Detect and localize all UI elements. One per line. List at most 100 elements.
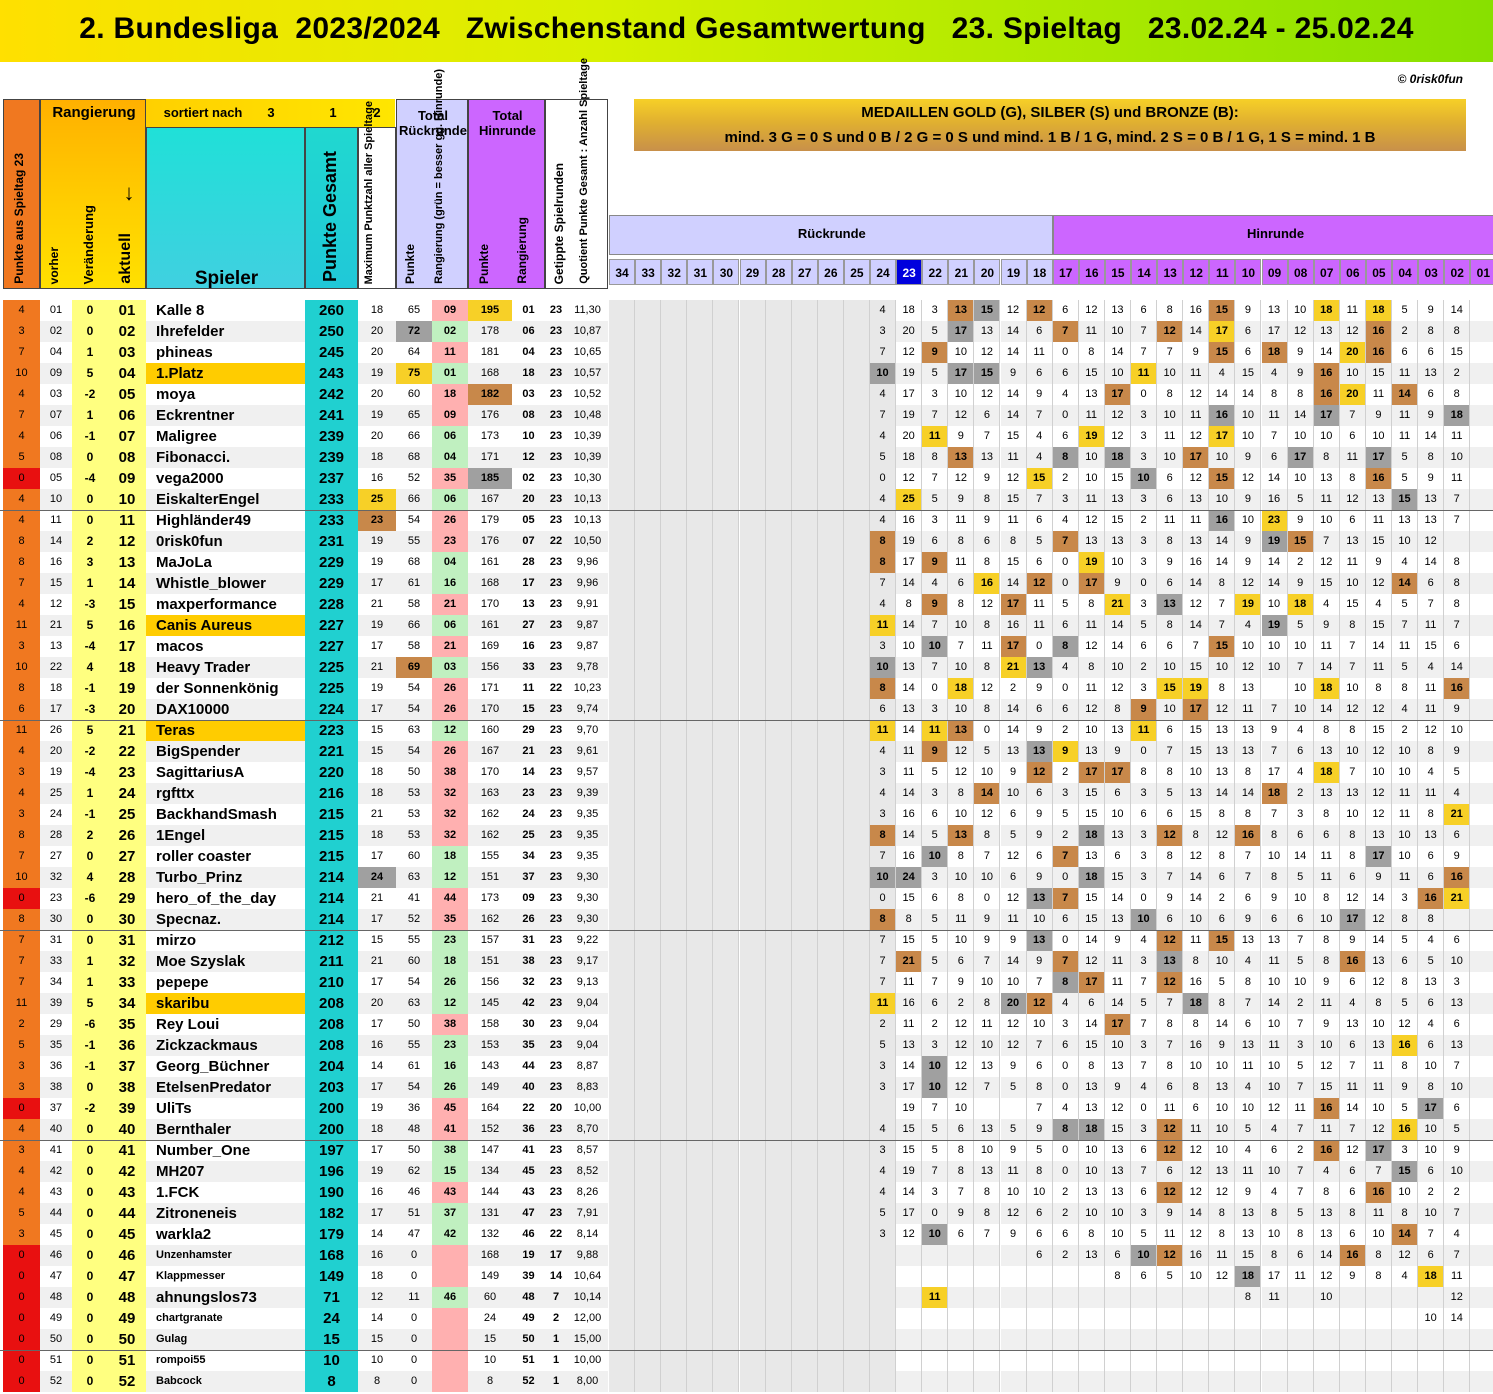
round-header: 16 (1078, 259, 1105, 285)
round-score (843, 930, 870, 951)
round-score: 10 (1261, 636, 1288, 657)
round-score: 10 (1339, 363, 1366, 384)
round-score: 13 (1078, 1077, 1105, 1098)
matchday-points: 11 (3, 993, 40, 1014)
hr-points: 132 (468, 1224, 512, 1245)
hr-rank: 07 (512, 531, 545, 552)
rank-previous: 50 (40, 1329, 72, 1350)
max-points: 19 (358, 531, 396, 552)
rr-points: 64 (396, 342, 432, 363)
round-score (870, 1287, 897, 1308)
round-score (739, 510, 766, 531)
round-score: 8 (1313, 930, 1340, 951)
round-score: 16 (1183, 300, 1210, 321)
played-rounds: 1 (545, 1329, 567, 1350)
round-score (843, 531, 870, 552)
round-score (739, 1350, 766, 1371)
hr-rank: 16 (512, 636, 545, 657)
round-score: 10 (1157, 447, 1184, 468)
round-score (609, 1161, 636, 1182)
round-header: 06 (1339, 259, 1366, 285)
round-score: 17 (1209, 321, 1236, 342)
round-score: 12 (1183, 384, 1210, 405)
round-score: 12 (1235, 468, 1262, 489)
round-score (791, 867, 818, 888)
round-score (791, 1266, 818, 1287)
round-score: 6 (1339, 426, 1366, 447)
round-score (843, 384, 870, 405)
round-score (713, 678, 740, 699)
round-score: 7 (1052, 321, 1079, 342)
round-score: 17 (1000, 636, 1027, 657)
round-score: 6 (1157, 804, 1184, 825)
round-score (765, 972, 792, 993)
round-score: 6 (1131, 636, 1158, 657)
round-score (687, 1371, 714, 1392)
player-name: rgfttx (146, 783, 305, 804)
round-score: 3 (870, 321, 897, 342)
player-name: Zitroneneis (146, 1203, 305, 1224)
rank-change: -2 (72, 384, 108, 405)
round-score: 18 (896, 300, 923, 321)
round-score (661, 489, 688, 510)
round-score (687, 1182, 714, 1203)
round-score (713, 1014, 740, 1035)
round-score (1235, 1371, 1262, 1392)
round-score: 11 (1078, 405, 1105, 426)
round-score: 6 (1052, 300, 1079, 321)
round-score: 9 (1026, 720, 1053, 741)
player-name: Turbo_Prinz (146, 867, 305, 888)
header-maximum: Maximum Punktzahl aller Spieltage (358, 101, 396, 289)
round-score: 10 (1157, 405, 1184, 426)
round-score (635, 1161, 662, 1182)
round-score (791, 615, 818, 636)
round-score: 10 (1209, 1140, 1236, 1161)
round-score: 0 (1052, 1161, 1079, 1182)
round-score (739, 804, 766, 825)
round-score: 5 (1444, 1119, 1471, 1140)
round-score: 19 (896, 405, 923, 426)
rank-change: -1 (72, 678, 108, 699)
round-score: 15 (1365, 720, 1392, 741)
round-score: 8 (1339, 1203, 1366, 1224)
round-score: 7 (1235, 846, 1262, 867)
max-points: 19 (358, 678, 396, 699)
round-score: 2 (1444, 363, 1471, 384)
round-score (1209, 1308, 1236, 1329)
max-points: 19 (358, 1098, 396, 1119)
round-score (1339, 1350, 1366, 1371)
round-score (1470, 300, 1493, 321)
round-score: 14 (1365, 930, 1392, 951)
round-score: 9 (974, 510, 1001, 531)
round-score: 10 (1365, 1014, 1392, 1035)
round-score: 20 (1339, 384, 1366, 405)
round-score: 5 (922, 951, 949, 972)
round-score (843, 1308, 870, 1329)
round-score: 10 (1392, 1182, 1419, 1203)
round-score: 11 (1313, 489, 1340, 510)
round-score: 6 (1418, 1245, 1445, 1266)
round-score: 12 (1000, 1035, 1027, 1056)
round-score: 10 (1261, 1014, 1288, 1035)
round-score: 15 (1365, 531, 1392, 552)
round-score (687, 1203, 714, 1224)
round-score: 14 (1444, 300, 1471, 321)
round-score: 6 (922, 804, 949, 825)
round-score (1470, 972, 1493, 993)
round-score (1052, 1350, 1079, 1371)
round-score: 15 (1026, 468, 1053, 489)
hr-points: 153 (468, 1035, 512, 1056)
hr-rank: 17 (512, 573, 545, 594)
quotient: 9,35 (567, 846, 608, 867)
round-score (609, 531, 636, 552)
round-score (843, 1077, 870, 1098)
round-score: 10 (1339, 804, 1366, 825)
round-score (687, 1056, 714, 1077)
round-score: 15 (1104, 1119, 1131, 1140)
max-points: 21 (358, 888, 396, 909)
played-rounds: 23 (545, 909, 567, 930)
rr-points: 54 (396, 678, 432, 699)
rr-points: 65 (396, 405, 432, 426)
rank-change: 1 (72, 342, 108, 363)
round-score: 4 (870, 489, 897, 510)
